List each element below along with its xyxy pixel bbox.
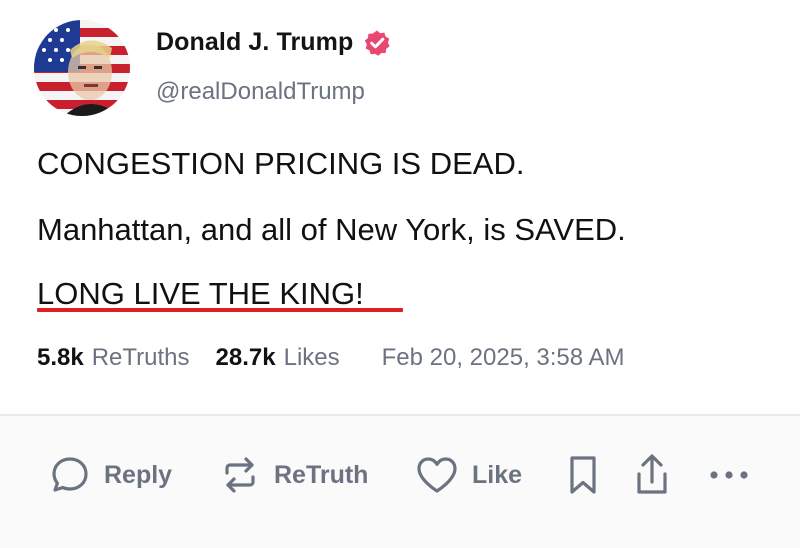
- bookmark-button[interactable]: [563, 450, 603, 500]
- retruths-label[interactable]: ReTruths: [92, 344, 190, 372]
- post-line-2: Manhattan, and all of New York, is SAVED…: [37, 212, 626, 247]
- post-stats: 5.8k ReTruths 28.7k Likes Feb 20, 2025, …: [37, 344, 624, 372]
- reply-label: Reply: [104, 460, 173, 489]
- retruth-label: ReTruth: [274, 460, 369, 489]
- avatar[interactable]: [34, 20, 130, 116]
- author-display-name[interactable]: Donald J. Trump: [156, 28, 353, 57]
- author-handle[interactable]: @realDonaldTrump: [156, 78, 365, 106]
- verified-badge-icon: [363, 29, 391, 57]
- avatar-flag-portrait: [34, 20, 130, 116]
- more-icon: [710, 471, 748, 479]
- author-name-row: Donald J. Trump: [156, 28, 391, 57]
- share-button[interactable]: [630, 450, 674, 500]
- bookmark-icon: [570, 456, 596, 494]
- share-icon: [637, 454, 667, 494]
- likes-count[interactable]: 28.7k: [216, 344, 276, 372]
- truth-post: Donald J. Trump @realDonaldTrump CONGEST…: [0, 0, 800, 548]
- retruths-count[interactable]: 5.8k: [37, 344, 84, 372]
- red-underline-annotation: [37, 308, 403, 312]
- like-icon: [417, 457, 457, 493]
- post-timestamp: Feb 20, 2025, 3:58 AM: [381, 344, 625, 371]
- more-options-button[interactable]: [705, 450, 753, 500]
- post-line-1: CONGESTION PRICING IS DEAD.: [37, 146, 525, 181]
- reply-button[interactable]: Reply: [48, 450, 172, 500]
- retruth-button[interactable]: ReTruth: [218, 450, 368, 500]
- like-label: Like: [472, 460, 523, 489]
- like-button[interactable]: Like: [414, 450, 522, 500]
- likes-label[interactable]: Likes: [284, 344, 340, 372]
- reply-icon: [52, 457, 88, 492]
- retruth-icon: [225, 457, 255, 493]
